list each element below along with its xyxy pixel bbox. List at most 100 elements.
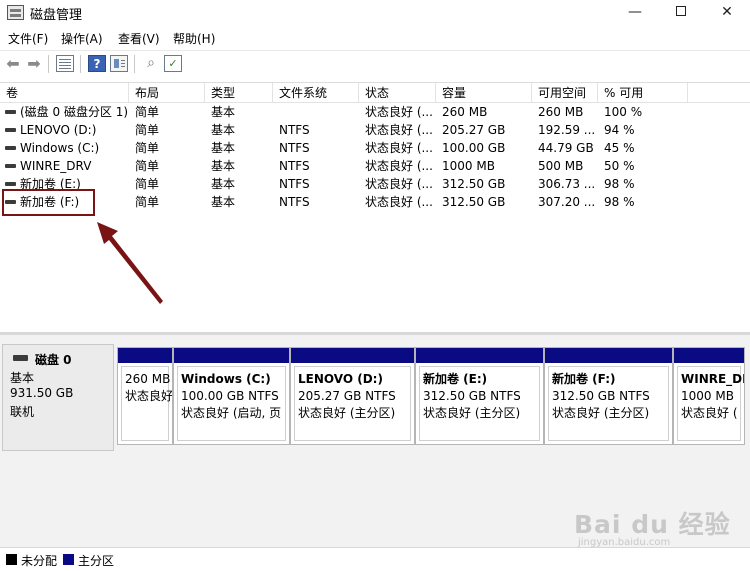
- volume-name: (磁盘 0 磁盘分区 1): [20, 105, 129, 119]
- menu-action[interactable]: 操作(A): [61, 30, 103, 47]
- legend-bar: 未分配 主分区: [0, 547, 750, 571]
- partition-size: 312.50 GB NTFS: [552, 389, 650, 403]
- volume-layout: 简单: [135, 195, 160, 209]
- partition-bar: [118, 348, 172, 363]
- column-header-filesystem[interactable]: 文件系统: [273, 83, 359, 103]
- partition-size: 100.00 GB NTFS: [181, 389, 279, 403]
- volume-name: LENOVO (D:): [20, 123, 97, 137]
- menu-view[interactable]: 查看(V): [118, 30, 160, 47]
- disk-type: 基本: [10, 371, 35, 385]
- disk-management-app-icon: [7, 5, 24, 20]
- menu-file[interactable]: 文件(F): [8, 30, 48, 47]
- partition-status: 状态良好 (主分区): [298, 406, 396, 420]
- partition-title: 新加卷 (E:): [423, 372, 488, 386]
- table-row[interactable]: 新加卷 (F:) 简单 基本 NTFS 状态良好 (... 312.50 GB …: [0, 193, 750, 211]
- volume-type: 基本: [211, 195, 236, 209]
- toolbar-separator: [48, 55, 49, 73]
- minimize-button[interactable]: —: [612, 0, 658, 24]
- maximize-button[interactable]: [658, 0, 704, 24]
- volume-layout: 简单: [135, 141, 160, 155]
- disk-name: 磁盘 0: [35, 353, 72, 367]
- menu-bar: 文件(F) 操作(A) 查看(V) 帮助(H): [0, 27, 750, 49]
- partition-title: Windows (C:): [181, 372, 271, 386]
- table-row[interactable]: LENOVO (D:) 简单 基本 NTFS 状态良好 (... 205.27 …: [0, 121, 750, 139]
- partition-bar: [674, 348, 744, 363]
- partition-bar: [291, 348, 414, 363]
- properties-icon[interactable]: [110, 55, 128, 72]
- partition-status: 状态良好: [125, 389, 173, 403]
- disk-icon: [13, 355, 28, 361]
- partition-bar: [416, 348, 543, 363]
- help-icon[interactable]: ?: [88, 55, 106, 72]
- volume-layout: 简单: [135, 123, 160, 137]
- volume-filesystem: NTFS: [279, 123, 310, 137]
- table-row[interactable]: WINRE_DRV 简单 基本 NTFS 状态良好 (... 1000 MB 5…: [0, 157, 750, 175]
- partition-size: 260 MB: [125, 372, 171, 386]
- volume-capacity: 205.27 GB: [442, 123, 506, 137]
- partition-content: 260 MB 状态良好: [121, 366, 173, 441]
- volume-name: WINRE_DRV: [20, 159, 92, 173]
- volume-filesystem: NTFS: [279, 195, 310, 209]
- partition-content: 新加卷 (F:) 312.50 GB NTFS 状态良好 (主分区): [548, 366, 669, 441]
- partition-block[interactable]: LENOVO (D:) 205.27 GB NTFS 状态良好 (主分区): [290, 347, 415, 445]
- column-header-free-space[interactable]: 可用空间: [532, 83, 598, 103]
- close-button[interactable]: ✕: [704, 0, 750, 24]
- partition-status: 状态良好 (: [681, 406, 738, 420]
- volume-layout: 简单: [135, 105, 160, 119]
- partition-title: 新加卷 (F:): [552, 372, 616, 386]
- volume-capacity: 260 MB: [442, 105, 488, 119]
- volume-name: Windows (C:): [20, 141, 100, 155]
- title-bar: 磁盘管理 — ✕: [0, 0, 750, 27]
- partition-block[interactable]: WINRE_DRV 1000 MB 状态良好 (: [673, 347, 745, 445]
- column-header-capacity[interactable]: 容量: [436, 83, 532, 103]
- partition-status: 状态良好 (启动, 页: [181, 406, 282, 420]
- back-arrow-icon[interactable]: ⬅: [4, 55, 22, 72]
- toolbar-separator: [134, 55, 135, 73]
- partition-status: 状态良好 (主分区): [552, 406, 650, 420]
- volume-status: 状态良好 (...: [365, 159, 433, 173]
- window-title: 磁盘管理: [30, 8, 83, 23]
- volume-layout: 简单: [135, 159, 160, 173]
- menu-help[interactable]: 帮助(H): [173, 30, 215, 47]
- column-header-percent-free[interactable]: % 可用: [598, 83, 688, 103]
- partition-content: 新加卷 (E:) 312.50 GB NTFS 状态良好 (主分区): [419, 366, 540, 441]
- toolbar-separator: [80, 55, 81, 73]
- disk-info-panel[interactable]: 磁盘 0 基本 931.50 GB 联机: [2, 344, 114, 451]
- table-row[interactable]: (磁盘 0 磁盘分区 1) 简单 基本 状态良好 (... 260 MB 260…: [0, 103, 750, 121]
- partition-content: LENOVO (D:) 205.27 GB NTFS 状态良好 (主分区): [294, 366, 411, 441]
- partition-block[interactable]: 新加卷 (E:) 312.50 GB NTFS 状态良好 (主分区): [415, 347, 544, 445]
- volume-capacity: 1000 MB: [442, 159, 495, 173]
- checklist-icon[interactable]: ✓: [164, 55, 182, 72]
- volume-percent-free: 98 %: [604, 195, 635, 209]
- volume-status: 状态良好 (...: [365, 123, 433, 137]
- table-row[interactable]: Windows (C:) 简单 基本 NTFS 状态良好 (... 100.00…: [0, 139, 750, 157]
- partition-block[interactable]: 新加卷 (F:) 312.50 GB NTFS 状态良好 (主分区): [544, 347, 673, 445]
- disk-state: 联机: [10, 405, 35, 419]
- partition-size: 205.27 GB NTFS: [298, 389, 396, 403]
- volume-status: 状态良好 (...: [365, 141, 433, 155]
- volume-status: 状态良好 (...: [365, 195, 433, 209]
- volume-type: 基本: [211, 123, 236, 137]
- partition-block[interactable]: 260 MB 状态良好: [117, 347, 173, 445]
- column-header-status[interactable]: 状态: [359, 83, 436, 103]
- volume-layout: 简单: [135, 177, 160, 191]
- volume-filesystem: NTFS: [279, 141, 310, 155]
- column-header-volume[interactable]: 卷: [0, 83, 129, 103]
- partition-bar: [545, 348, 672, 363]
- search-key-icon[interactable]: ⌕: [142, 55, 160, 72]
- column-header-type[interactable]: 类型: [205, 83, 273, 103]
- annotation-highlight-box: [2, 189, 95, 216]
- partition-status: 状态良好 (主分区): [423, 406, 521, 420]
- volume-capacity: 312.50 GB: [442, 195, 506, 209]
- volume-percent-free: 45 %: [604, 141, 635, 155]
- forward-arrow-icon[interactable]: ➡: [25, 55, 43, 72]
- partition-content: WINRE_DRV 1000 MB 状态良好 (: [677, 366, 744, 441]
- partition-size: 1000 MB: [681, 389, 734, 403]
- volume-status: 状态良好 (...: [365, 105, 433, 119]
- volume-free-space: 44.79 GB: [538, 141, 594, 155]
- console-tree-icon[interactable]: [56, 55, 74, 72]
- column-header-layout[interactable]: 布局: [129, 83, 205, 103]
- partition-block[interactable]: Windows (C:) 100.00 GB NTFS 状态良好 (启动, 页: [173, 347, 290, 445]
- legend-label-unallocated: 未分配: [21, 554, 58, 568]
- table-row[interactable]: 新加卷 (E:) 简单 基本 NTFS 状态良好 (... 312.50 GB …: [0, 175, 750, 193]
